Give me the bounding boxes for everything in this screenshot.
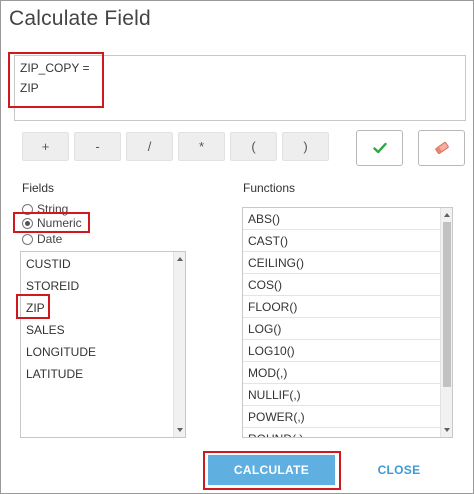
function-item-cast[interactable]: CAST() (243, 230, 440, 252)
radio-string[interactable]: String (22, 202, 68, 216)
radio-button-icon[interactable] (22, 203, 33, 215)
function-item-cos[interactable]: COS() (243, 274, 440, 296)
radio-date[interactable]: Date (22, 232, 62, 246)
function-item-nullif[interactable]: NULLIF(,) (243, 384, 440, 406)
function-item-ceiling[interactable]: CEILING() (243, 252, 440, 274)
fields-list[interactable]: CUSTID STOREID ZIP SALES LONGITUDE LATIT… (20, 251, 186, 438)
radio-button-selected-icon[interactable] (22, 217, 33, 229)
field-item-zip[interactable]: ZIP (21, 297, 173, 319)
scroll-up-arrow-icon[interactable] (177, 257, 183, 261)
radio-date-label: Date (37, 232, 63, 246)
calculate-button[interactable]: CALCULATE (208, 455, 335, 485)
functions-list[interactable]: ABS() CAST() CEILING() COS() FLOOR() LOG… (242, 207, 453, 438)
close-button[interactable]: CLOSE (369, 455, 429, 485)
minus-button[interactable]: - (74, 132, 121, 161)
multiply-button[interactable]: * (178, 132, 225, 161)
functions-scrollbar[interactable] (440, 208, 452, 437)
scroll-down-arrow-icon[interactable] (444, 428, 450, 432)
function-item-mod[interactable]: MOD(,) (243, 362, 440, 384)
plus-button[interactable]: + (22, 132, 69, 161)
function-item-power[interactable]: POWER(,) (243, 406, 440, 428)
field-item-longitude[interactable]: LONGITUDE (21, 341, 173, 363)
open-paren-button[interactable]: ( (230, 132, 277, 161)
dialog-title: Calculate Field (9, 7, 151, 30)
calculate-field-dialog: Calculate Field ZIP_COPY = + - / * ( ) F… (0, 0, 474, 494)
scroll-up-arrow-icon[interactable] (444, 213, 450, 217)
close-paren-button[interactable]: ) (282, 132, 329, 161)
field-item-storeid[interactable]: STOREID (21, 275, 173, 297)
expression-input[interactable] (20, 81, 460, 117)
field-item-sales[interactable]: SALES (21, 319, 173, 341)
function-item-log10[interactable]: LOG10() (243, 340, 440, 362)
clear-expression-button[interactable] (418, 130, 465, 166)
checkmark-icon (372, 142, 387, 154)
function-item-round[interactable]: ROUND(,) (243, 428, 440, 437)
function-item-floor[interactable]: FLOOR() (243, 296, 440, 318)
expression-label: ZIP_COPY = (20, 61, 90, 75)
field-item-custid[interactable]: CUSTID (21, 253, 173, 275)
field-item-latitude[interactable]: LATITUDE (21, 363, 173, 385)
radio-numeric[interactable]: Numeric (22, 216, 82, 230)
divide-button[interactable]: / (126, 132, 173, 161)
function-item-abs[interactable]: ABS() (243, 208, 440, 230)
radio-numeric-label: Numeric (37, 216, 82, 230)
functions-scroll-thumb[interactable] (443, 222, 451, 387)
radio-button-icon[interactable] (22, 233, 33, 245)
verify-expression-button[interactable] (356, 130, 403, 166)
fields-scrollbar[interactable] (173, 252, 185, 437)
eraser-icon (434, 141, 449, 155)
functions-label: Functions (243, 181, 296, 195)
fields-label: Fields (22, 181, 55, 195)
radio-string-label: String (37, 202, 69, 216)
scroll-down-arrow-icon[interactable] (177, 428, 183, 432)
function-item-log[interactable]: LOG() (243, 318, 440, 340)
